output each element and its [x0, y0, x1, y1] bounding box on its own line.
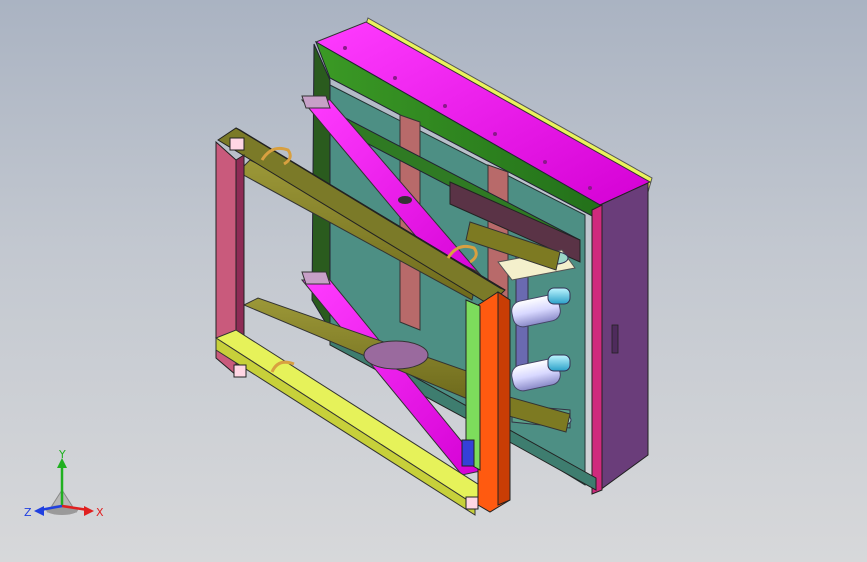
triad-z-label: Z [24, 506, 32, 519]
triad-x-label: X [96, 506, 104, 519]
clamp-assembly-model[interactable] [0, 0, 867, 562]
triad-y-label: Y [58, 448, 66, 461]
orientation-triad[interactable]: Y X Z [22, 448, 112, 528]
cad-3d-viewport[interactable]: Y X Z [0, 0, 867, 562]
